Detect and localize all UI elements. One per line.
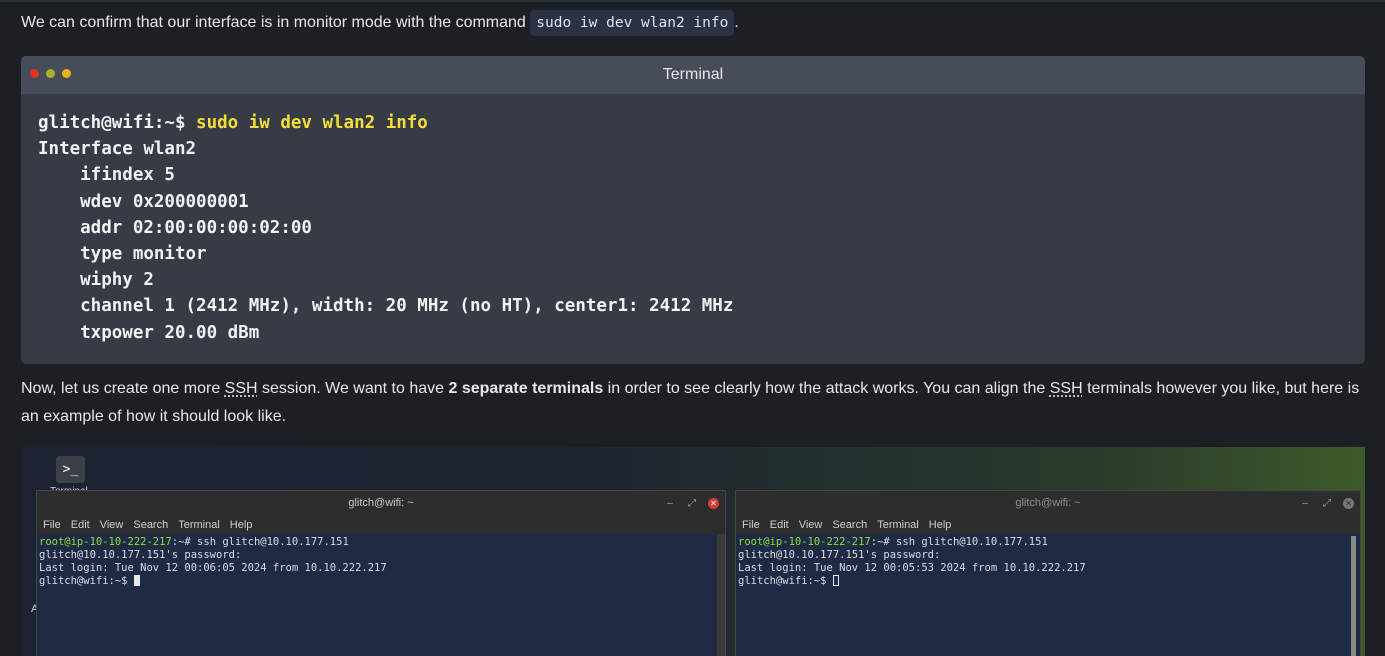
example-screenshot-image: >_ Terminal A glitch@wifi: ~ – ⤢ ✕ File … bbox=[21, 447, 1365, 656]
menu-help: Help bbox=[229, 519, 253, 531]
top-divider bbox=[0, 0, 1385, 2]
close-icon: ✕ bbox=[708, 498, 719, 509]
instruction-paragraph: Now, let us create one more SSH session.… bbox=[21, 375, 1371, 431]
glitch-prompt: glitch@wifi:~$ bbox=[738, 575, 833, 587]
maximize-icon: ⤢ bbox=[688, 498, 696, 509]
bold-text: 2 separate terminals bbox=[448, 380, 604, 397]
ssh-command: :~# ssh glitch@10.10.177.151 bbox=[870, 536, 1048, 548]
text-segment: Now, let us create one more bbox=[21, 380, 225, 397]
text-segment: session. We want to have bbox=[257, 380, 449, 397]
intro-text: We can confirm that our interface is in … bbox=[21, 14, 531, 31]
terminal-line: glitch@10.10.177.151's password: bbox=[738, 549, 941, 561]
terminal-title: Terminal bbox=[662, 66, 724, 83]
menu-terminal: Terminal bbox=[877, 519, 919, 531]
root-prompt: root@ip-10-10-222-217 bbox=[738, 536, 871, 548]
window-title: glitch@wifi: ~ – ⤢ ✕ bbox=[37, 491, 725, 516]
window-controls: – ⤢ ✕ bbox=[1299, 491, 1354, 516]
terminal-output-line: addr 02:00:00:00:02:00 bbox=[38, 217, 312, 238]
terminal-line: glitch@wifi:~$ bbox=[738, 575, 1358, 588]
window-title-text: glitch@wifi: ~ bbox=[1015, 497, 1081, 509]
maximize-icon: ⤢ bbox=[1323, 498, 1331, 509]
terminal-output-line: ifindex 5 bbox=[38, 165, 175, 186]
terminal-line: glitch@wifi:~$ bbox=[39, 575, 723, 588]
terminal-app-icon: >_ bbox=[56, 456, 85, 483]
window-title-text: glitch@wifi: ~ bbox=[348, 497, 414, 509]
terminal-line: Last login: Tue Nov 12 00:05:53 2024 fro… bbox=[738, 562, 1086, 574]
terminal-prompt: glitch@wifi:~$ bbox=[38, 113, 197, 133]
window-controls: – ⤢ ✕ bbox=[664, 491, 719, 516]
menu-edit: Edit bbox=[769, 519, 789, 531]
right-terminal-window: glitch@wifi: ~ – ⤢ ✕ File Edit View Sear… bbox=[735, 490, 1361, 656]
terminal-line: glitch@10.10.177.151's password: bbox=[39, 549, 242, 561]
terminal-output-line: type monitor bbox=[38, 244, 207, 265]
menu-file: File bbox=[742, 519, 760, 531]
ssh-abbreviation[interactable]: SSH bbox=[225, 380, 258, 397]
intro-paragraph: We can confirm that our interface is in … bbox=[21, 9, 739, 37]
menu-view: View bbox=[798, 519, 823, 531]
menu-search: Search bbox=[832, 519, 868, 531]
terminal-output-line: wdev 0x200000001 bbox=[38, 191, 249, 212]
terminal-header: Terminal bbox=[21, 56, 1365, 94]
menu-search: Search bbox=[133, 519, 169, 531]
inline-code: sudo iw dev wlan2 info bbox=[530, 10, 735, 36]
scrollbar bbox=[717, 534, 725, 656]
terminal-output-line: channel 1 (2412 MHz), width: 20 MHz (no … bbox=[38, 296, 734, 317]
terminal-line: root@ip-10-10-222-217:~# ssh glitch@10.1… bbox=[39, 536, 723, 549]
cursor bbox=[133, 575, 140, 586]
menu-edit: Edit bbox=[70, 519, 90, 531]
terminal-line: root@ip-10-10-222-217:~# ssh glitch@10.1… bbox=[738, 536, 1358, 549]
terminal-output-line: txpower 20.00 dBm bbox=[38, 322, 260, 343]
close-icon: ✕ bbox=[1343, 498, 1354, 509]
cursor bbox=[832, 575, 839, 586]
ssh-abbreviation[interactable]: SSH bbox=[1050, 380, 1083, 397]
terminal-code-block: Terminal glitch@wifi:~$ sudo iw dev wlan… bbox=[21, 56, 1365, 364]
terminal-command: sudo iw dev wlan2 info bbox=[196, 113, 428, 133]
ssh-command: :~# ssh glitch@10.10.177.151 bbox=[171, 536, 349, 548]
window-menubar: File Edit View Search Terminal Help bbox=[736, 516, 1360, 534]
menu-view: View bbox=[99, 519, 124, 531]
terminal-line: Last login: Tue Nov 12 00:06:05 2024 fro… bbox=[39, 562, 387, 574]
terminal-body: glitch@wifi:~$ sudo iw dev wlan2 info Int… bbox=[21, 94, 1365, 346]
menu-file: File bbox=[43, 519, 61, 531]
root-prompt: root@ip-10-10-222-217 bbox=[39, 536, 172, 548]
text-segment: in order to see clearly how the attack w… bbox=[603, 380, 1050, 397]
menu-help: Help bbox=[928, 519, 952, 531]
terminal-output-line: wiphy 2 bbox=[38, 270, 154, 291]
menu-terminal: Terminal bbox=[178, 519, 220, 531]
terminal-command-line: glitch@wifi:~$ sudo iw dev wlan2 info bbox=[38, 110, 1348, 136]
intro-period: . bbox=[734, 14, 739, 31]
window-menubar: File Edit View Search Terminal Help bbox=[37, 516, 725, 534]
window-title: glitch@wifi: ~ – ⤢ ✕ bbox=[736, 491, 1360, 516]
window-terminal-body: root@ip-10-10-222-217:~# ssh glitch@10.1… bbox=[37, 534, 725, 656]
terminal-output-line: Interface wlan2 bbox=[38, 139, 197, 160]
minimize-icon: – bbox=[667, 498, 673, 509]
minimize-icon: – bbox=[1302, 498, 1308, 509]
glitch-prompt: glitch@wifi:~$ bbox=[39, 575, 134, 587]
scrollbar bbox=[1351, 536, 1356, 656]
window-terminal-body: root@ip-10-10-222-217:~# ssh glitch@10.1… bbox=[736, 534, 1360, 656]
left-terminal-window: glitch@wifi: ~ – ⤢ ✕ File Edit View Sear… bbox=[36, 490, 726, 656]
